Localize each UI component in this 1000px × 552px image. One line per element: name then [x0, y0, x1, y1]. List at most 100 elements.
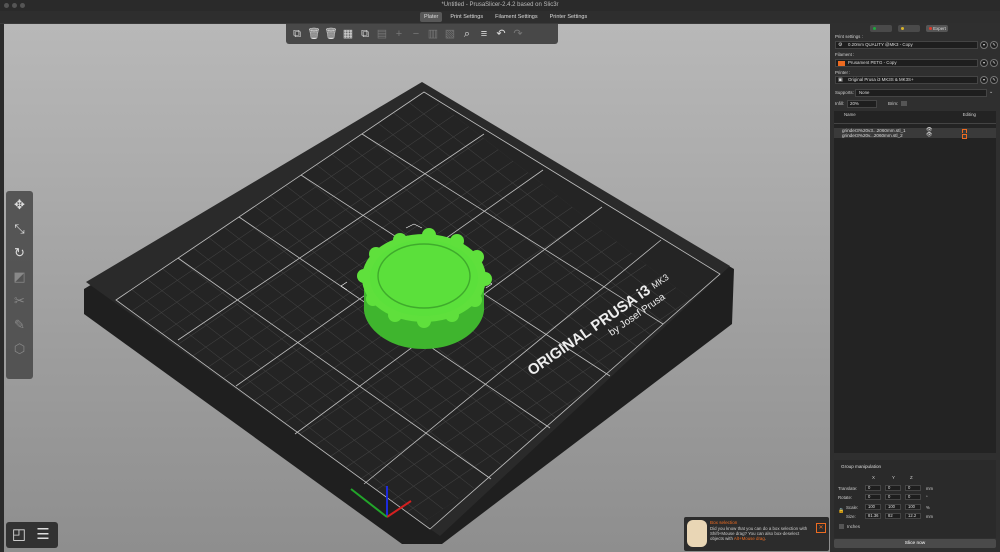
- group-manipulation-panel: Group manipulation X Y Z Translate: 0 0 …: [834, 460, 996, 538]
- tab-print-settings[interactable]: Print Settings: [446, 12, 487, 22]
- printer-icon: ▣: [838, 77, 843, 83]
- copy-icon[interactable]: ⧉: [358, 28, 372, 41]
- size-unit: mm: [926, 514, 933, 519]
- expert-mode-button[interactable]: Expert: [926, 25, 948, 32]
- infill-combo[interactable]: 20%: [847, 100, 877, 108]
- redo-icon[interactable]: ↷: [511, 28, 525, 41]
- seam-painting-icon[interactable]: ⬡: [10, 339, 30, 359]
- paint-supports-icon[interactable]: ✎: [10, 315, 30, 335]
- arrange-icon[interactable]: ▦: [341, 28, 355, 41]
- filament-color-swatch: [838, 61, 845, 66]
- filament-label: Filament :: [835, 52, 855, 57]
- add-instance-icon[interactable]: +: [392, 28, 406, 41]
- add-object-icon[interactable]: ⧉: [290, 28, 304, 41]
- tab-printer-settings[interactable]: Printer Settings: [546, 12, 592, 22]
- build-plate-scene: ORIGINAL PRUSA i3 MK3 by Josef Prusa: [84, 82, 734, 544]
- print-settings-edit-icon[interactable]: ✎: [990, 41, 998, 49]
- move-icon[interactable]: ✥: [10, 195, 30, 215]
- scale-label: Scale:: [846, 505, 859, 510]
- rotate-x-field[interactable]: 0: [865, 494, 881, 500]
- eye-icon[interactable]: 👁: [926, 133, 932, 138]
- mode-switch: Expert: [870, 25, 948, 32]
- scale-icon[interactable]: ⤡: [10, 219, 30, 239]
- tab-filament-settings[interactable]: Filament Settings: [491, 12, 542, 22]
- 3d-viewport[interactable]: ORIGINAL PRUSA i3 MK3 by Josef Prusa ⧉ 🗑…: [4, 24, 830, 552]
- printer-dropdown[interactable]: ▾: [980, 76, 988, 84]
- printer-combo[interactable]: ▣ Original Prusa i3 MK3S & MK3S+: [835, 76, 978, 84]
- layers-editing-icon[interactable]: ≡: [477, 28, 491, 41]
- object-list: Name Editing grinder3%20v3...2060mm.stl_…: [834, 111, 996, 453]
- split-parts-icon[interactable]: ▧: [443, 28, 457, 41]
- filament-dropdown[interactable]: ▾: [980, 59, 988, 67]
- cut-icon[interactable]: ✂: [10, 291, 30, 311]
- minimize-window-button[interactable]: [12, 3, 17, 8]
- advanced-mode-button[interactable]: [898, 25, 920, 32]
- print-settings-dropdown[interactable]: ▾: [980, 41, 988, 49]
- rotate-unit: °: [926, 495, 928, 500]
- window-title: *Untitled - PrusaSlicer-2.4.2 based on S…: [441, 2, 559, 8]
- 3d-view-icon[interactable]: ◰: [9, 525, 29, 545]
- list-item[interactable]: grinder3%20v...2060mm.stl_2 👁: [834, 133, 996, 139]
- translate-unit: mm: [926, 486, 933, 491]
- scale-x-field[interactable]: 100: [865, 504, 881, 510]
- slice-now-button[interactable]: Slice now: [834, 539, 996, 548]
- delete-icon[interactable]: 🗑: [307, 28, 321, 41]
- rotate-z-field[interactable]: 0: [905, 494, 921, 500]
- supports-combo[interactable]: None: [855, 89, 987, 97]
- translate-x-field[interactable]: 0: [865, 485, 881, 491]
- scale-y-field[interactable]: 100: [885, 504, 901, 510]
- axis-z-header: Z: [910, 475, 913, 480]
- print-settings-label: Print settings :: [835, 34, 863, 39]
- top-toolbar: ⧉ 🗑 🗑 ▦ ⧉ ▤ + − ▥ ▧ ⌕ ≡ ↶ ↷: [286, 24, 558, 44]
- zoom-window-button[interactable]: [20, 3, 25, 8]
- left-toolbar: ✥ ⤡ ↻ ◩ ✂ ✎ ⬡: [6, 191, 33, 379]
- object-list-header: Name Editing: [834, 111, 996, 124]
- size-z-field[interactable]: 12.2: [905, 513, 921, 519]
- translate-z-field[interactable]: 0: [905, 485, 921, 491]
- lock-icon[interactable]: 🔒: [838, 508, 844, 514]
- size-x-field[interactable]: 81.36: [865, 513, 881, 519]
- tab-plater[interactable]: Plater: [420, 12, 443, 22]
- filament-combo[interactable]: Prusament PETG - Copy: [835, 59, 978, 67]
- right-sidebar: Expert Print settings : ⚙ 0.20mm QUALITY …: [830, 23, 1000, 552]
- printer-edit-icon[interactable]: ✎: [990, 76, 998, 84]
- title-bar: *Untitled - PrusaSlicer-2.4.2 based on S…: [0, 0, 1000, 11]
- size-label: Size:: [846, 514, 856, 519]
- preview-layers-icon[interactable]: ☰: [33, 525, 53, 545]
- hint-notification: Box selection Did you know that you can …: [684, 517, 829, 551]
- close-icon[interactable]: ✕: [816, 523, 826, 533]
- delete-all-icon[interactable]: 🗑: [324, 28, 338, 41]
- rotate-label: Rotate:: [838, 495, 853, 500]
- rotate-icon[interactable]: ↻: [10, 243, 30, 263]
- paste-icon[interactable]: ▤: [375, 28, 389, 41]
- edit-settings-icon[interactable]: [962, 134, 967, 139]
- manipulation-title: Group manipulation: [841, 464, 882, 469]
- print-settings-combo[interactable]: ⚙ 0.20mm QUALITY @MK3 - Copy: [835, 41, 978, 49]
- brim-checkbox[interactable]: [901, 101, 907, 106]
- undo-icon[interactable]: ↶: [494, 28, 508, 41]
- inches-label: Inches: [847, 524, 860, 529]
- search-icon[interactable]: ⌕: [460, 28, 474, 41]
- hint-face-icon: [687, 520, 707, 547]
- axis-y-header: Y: [892, 475, 895, 480]
- printer-label: Printer :: [835, 70, 851, 75]
- chevron-down-icon[interactable]: ⌄: [989, 89, 993, 95]
- size-y-field[interactable]: 82: [885, 513, 901, 519]
- inches-checkbox[interactable]: [839, 524, 844, 529]
- remove-instance-icon[interactable]: −: [409, 28, 423, 41]
- split-objects-icon[interactable]: ▥: [426, 28, 440, 41]
- axis-x-header: X: [872, 475, 875, 480]
- translate-y-field[interactable]: 0: [885, 485, 901, 491]
- filament-edit-icon[interactable]: ✎: [990, 59, 998, 67]
- hint-text: Did you know that you can do a box selec…: [710, 526, 808, 541]
- scale-z-field[interactable]: 100: [905, 504, 921, 510]
- gear-icon: ⚙: [838, 42, 843, 48]
- hint-link[interactable]: Alt+Mouse drag: [734, 536, 765, 541]
- rotate-y-field[interactable]: 0: [885, 494, 901, 500]
- place-on-face-icon[interactable]: ◩: [10, 267, 30, 287]
- brim-label: Brim:: [888, 101, 899, 106]
- simple-mode-button[interactable]: [870, 25, 892, 32]
- close-window-button[interactable]: [4, 3, 9, 8]
- name-column-header: Name: [844, 112, 856, 117]
- editing-column-header: Editing: [962, 112, 976, 117]
